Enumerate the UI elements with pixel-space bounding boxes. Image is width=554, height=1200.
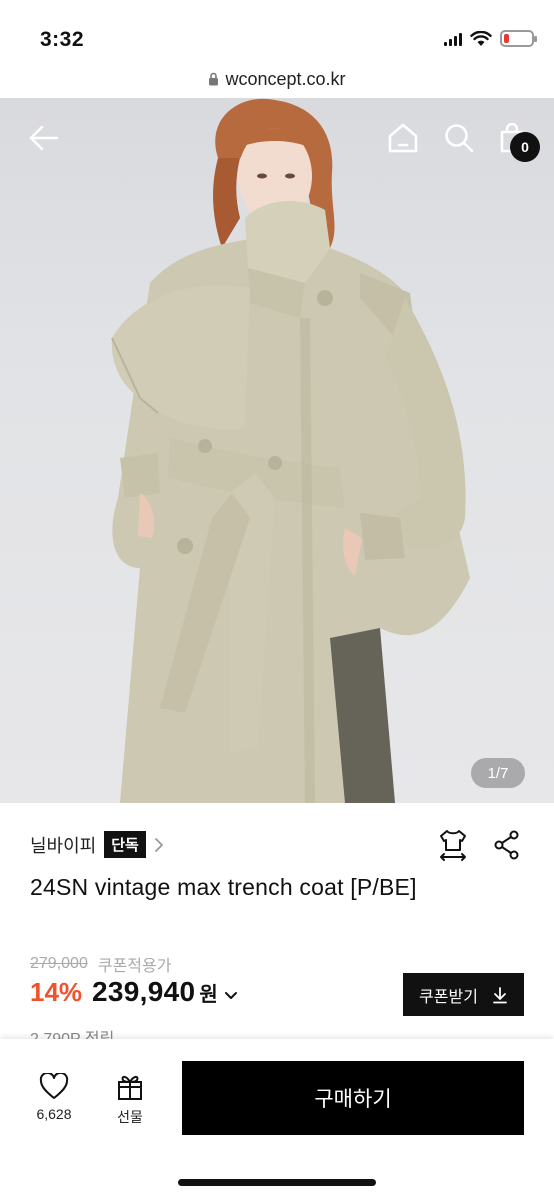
back-button[interactable]	[24, 118, 64, 158]
price-row[interactable]: 14% 239,940 원	[30, 976, 238, 1008]
product-title: 24SN vintage max trench coat [P/BE]	[30, 874, 417, 900]
product-actions	[436, 828, 524, 862]
coupon-button-label: 쿠폰받기	[419, 988, 478, 1006]
gift-label: 선물	[117, 1109, 143, 1125]
search-button[interactable]	[439, 118, 479, 158]
shirt-size-icon	[440, 830, 466, 861]
original-price: 279,000	[30, 955, 88, 972]
home-indicator[interactable]	[178, 1179, 376, 1186]
search-icon	[445, 124, 474, 153]
url-text: wconcept.co.kr	[225, 68, 346, 89]
buy-button[interactable]: 구매하기	[182, 1061, 524, 1135]
wifi-icon	[470, 30, 492, 46]
share-button[interactable]	[490, 828, 524, 862]
gift-button[interactable]: 선물	[106, 1073, 154, 1127]
product-photo	[111, 98, 470, 803]
size-guide-button[interactable]	[436, 828, 470, 862]
reward-points: 2,790P 적립	[30, 1025, 114, 1039]
lock-icon	[209, 72, 219, 86]
heart-icon	[39, 1073, 69, 1099]
cart-count-badge: 0	[510, 132, 540, 162]
like-button[interactable]: 6,628	[30, 1073, 78, 1122]
gift-icon	[118, 1075, 142, 1100]
status-time: 3:32	[40, 28, 85, 51]
share-icon	[494, 830, 519, 860]
currency-unit: 원	[199, 984, 218, 1006]
status-bar: 3:32	[0, 0, 554, 60]
brand-name: 닐바이피	[30, 835, 97, 856]
coupon-price-note: 쿠폰적용가	[97, 958, 172, 975]
image-pager: 1/7	[471, 758, 525, 788]
like-count: 6,628	[36, 1106, 72, 1122]
status-icons	[444, 30, 537, 47]
buy-button-label: 구매하기	[314, 1088, 392, 1111]
cellular-signal-icon	[444, 32, 462, 46]
arrow-left-icon	[29, 125, 59, 151]
chevron-down-icon	[224, 992, 237, 999]
discount-rate: 14%	[30, 977, 83, 1007]
bottom-action-bar: 6,628 선물 구매하기	[0, 1039, 554, 1200]
original-price-row: 279,000 쿠폰적용가	[30, 952, 171, 976]
brand-link[interactable]: 닐바이피 단독	[30, 831, 164, 858]
get-coupon-button[interactable]: 쿠폰받기	[403, 973, 524, 1016]
sale-price: 239,940	[92, 976, 196, 1007]
exclusive-badge: 단독	[104, 831, 146, 858]
battery-level	[504, 34, 510, 43]
home-button[interactable]	[383, 118, 423, 158]
address-bar[interactable]: wconcept.co.kr	[0, 60, 554, 98]
download-icon	[493, 986, 507, 1003]
chevron-right-icon	[154, 837, 163, 852]
battery-icon	[500, 30, 537, 47]
product-image-gallery[interactable]	[0, 98, 554, 803]
home-icon	[388, 123, 418, 153]
